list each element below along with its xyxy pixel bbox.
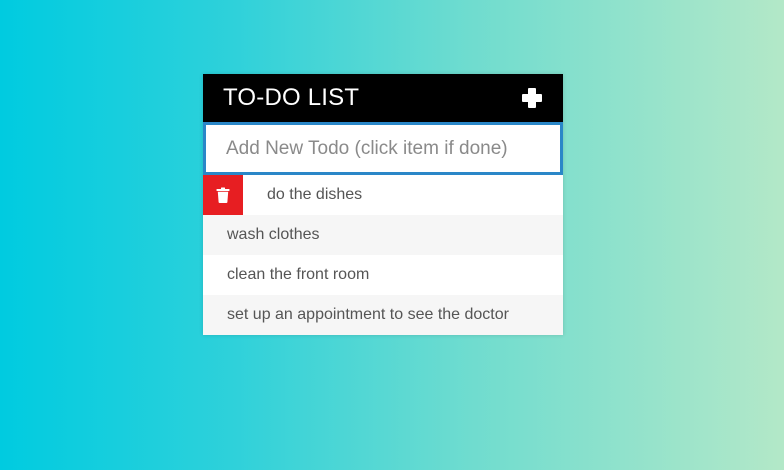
trash-icon [216,187,230,203]
todo-list: do the dishes wash clothes clean the fro… [203,175,563,335]
todo-item-label: wash clothes [227,226,320,243]
todo-item-label: do the dishes [267,186,363,203]
todo-card: TO-DO LIST do the dishes wash clothes cl… [203,74,563,335]
delete-button[interactable] [203,175,243,215]
plus-icon[interactable] [520,86,544,110]
new-todo-input[interactable] [203,122,563,175]
page-title: TO-DO LIST [223,84,360,111]
todo-item[interactable]: clean the front room [203,255,563,295]
todo-item-label: clean the front room [227,266,370,283]
todo-item-label: set up an appointment to see the doctor [227,306,509,323]
todo-item[interactable]: set up an appointment to see the doctor [203,295,563,335]
todo-header: TO-DO LIST [203,74,563,122]
todo-item[interactable]: do the dishes [203,175,563,215]
todo-item[interactable]: wash clothes [203,215,563,255]
